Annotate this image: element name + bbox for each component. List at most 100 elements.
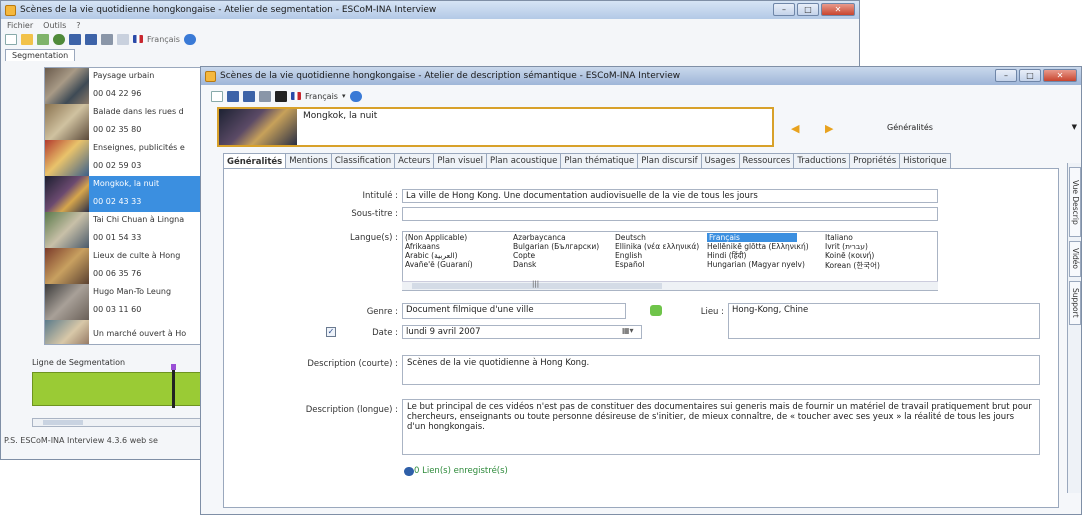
mail-icon[interactable] [117, 33, 129, 45]
tab-plan-visuel[interactable]: Plan visuel [433, 153, 487, 169]
link-icon[interactable] [404, 467, 414, 476]
maximize-button[interactable]: □ [1019, 69, 1041, 82]
language-option[interactable]: Koinē (κοινή) [825, 251, 874, 260]
playhead-handle[interactable] [171, 364, 176, 370]
globe-icon[interactable] [183, 33, 196, 45]
next-arrow-icon[interactable]: ▶ [825, 122, 833, 135]
language-option[interactable]: Hungarian (Magyar nyelv) [707, 260, 805, 269]
tab-proprietes[interactable]: Propriétés [849, 153, 901, 169]
section-dropdown[interactable]: Généralités ▼ [887, 123, 1077, 132]
language-select[interactable]: Français [305, 92, 338, 101]
tab-ressources[interactable]: Ressources [738, 153, 795, 169]
save-icon[interactable] [69, 33, 81, 45]
segment-title: Lieux de culte à Hong [93, 251, 181, 260]
language-option[interactable]: Bulgarian (Български) [513, 242, 599, 251]
close-button[interactable]: ✕ [821, 3, 855, 16]
language-option[interactable]: Azərbaycanca [513, 233, 566, 242]
maximize-button[interactable]: □ [797, 3, 819, 16]
tab-acteurs[interactable]: Acteurs [394, 153, 435, 169]
intitule-field[interactable]: La ville de Hong Kong. Une documentation… [402, 189, 938, 203]
tab-plan-acoustique[interactable]: Plan acoustique [485, 153, 562, 169]
menu-help[interactable]: ? [76, 21, 80, 30]
save-all-icon[interactable] [85, 33, 97, 45]
save-icon[interactable] [227, 90, 239, 102]
tab-usages[interactable]: Usages [700, 153, 740, 169]
calendar-icon[interactable]: ▦▾ [622, 326, 634, 335]
print-icon[interactable] [259, 90, 271, 102]
language-option[interactable]: Dansk [513, 260, 536, 269]
tab-segmentation[interactable]: Segmentation [5, 49, 76, 61]
tab-generalites[interactable]: Généralités [223, 153, 287, 169]
chevron-down-icon[interactable]: ▾ [342, 92, 346, 100]
print-icon[interactable] [101, 33, 113, 45]
menu-fichier[interactable]: Fichier [7, 21, 33, 30]
segmentation-timeline[interactable] [32, 372, 202, 406]
tab-mentions[interactable]: Mentions [285, 153, 332, 169]
minimize-button[interactable]: – [995, 69, 1017, 82]
genre-label: Genre : [366, 307, 398, 317]
current-segment-box[interactable]: Mongkok, la nuit [217, 107, 774, 147]
side-tab-video[interactable]: Vidéo [1069, 241, 1081, 277]
segment-title: Hugo Man-To Leung [93, 287, 172, 296]
import-icon[interactable] [37, 33, 49, 45]
description-window: Scènes de la vie quotidienne hongkongais… [200, 66, 1082, 515]
segment-item[interactable]: Tai Chi Chuan à Lingna 00 01 54 33 [45, 212, 203, 248]
date-checkbox[interactable]: ✓ [326, 327, 336, 337]
language-select[interactable]: Français [147, 35, 180, 44]
tab-plan-discursif[interactable]: Plan discursif [637, 153, 702, 169]
language-option[interactable]: Afrikaans [405, 242, 440, 251]
segment-item-selected[interactable]: Mongkok, la nuit 00 02 43 33 [45, 176, 203, 212]
refresh-icon[interactable] [53, 33, 65, 45]
segment-item[interactable]: Paysage urbain 00 04 22 96 [45, 68, 203, 104]
description-courte-field[interactable]: Scènes de la vie quotidienne à Hong Kong… [402, 355, 1040, 385]
language-option[interactable]: (Non Applicable) [405, 233, 467, 242]
segment-item[interactable]: Enseignes, publicités e 00 02 59 03 [45, 140, 203, 176]
open-folder-icon[interactable] [21, 33, 33, 45]
segment-item[interactable]: Balade dans les rues d 00 02 35 80 [45, 104, 203, 140]
segment-item[interactable]: Un marché ouvert à Ho [45, 320, 203, 344]
lieu-field[interactable]: Hong-Kong, Chine [728, 303, 1040, 339]
globe-icon[interactable] [349, 90, 362, 102]
playhead-marker[interactable] [172, 366, 175, 408]
language-option[interactable]: English [615, 251, 642, 260]
genre-field[interactable]: Document filmique d'une ville [402, 303, 626, 319]
segment-item[interactable]: Hugo Man-To Leung 00 03 11 60 [45, 284, 203, 320]
tab-plan-thematique[interactable]: Plan thématique [560, 153, 639, 169]
language-option[interactable]: Korean (한국어) [825, 260, 880, 271]
film-icon[interactable] [275, 90, 287, 102]
language-option[interactable]: Ellinika (νέα ελληνικά) [615, 242, 699, 251]
thesaurus-icon[interactable] [650, 305, 662, 316]
segment-thumbnail [45, 104, 89, 140]
menu-outils[interactable]: Outils [43, 21, 66, 30]
language-option[interactable]: Español [615, 260, 644, 269]
new-icon[interactable] [5, 33, 17, 45]
description-longue-field[interactable]: Le but principal de ces vidéos n'est pas… [402, 399, 1040, 455]
language-option[interactable]: Deutsch [615, 233, 646, 242]
minimize-button[interactable]: – [773, 3, 795, 16]
language-option[interactable]: Ivrit (עברית) [825, 242, 868, 251]
date-field[interactable]: lundi 9 avril 2007 [402, 325, 642, 339]
links-count[interactable]: 0 Lien(s) enregistré(s) [414, 466, 508, 476]
language-option[interactable]: Italiano [825, 233, 853, 242]
segment-duration: 00 02 35 80 [93, 125, 142, 134]
language-option-selected[interactable]: Français [707, 233, 797, 242]
language-scrollbar[interactable]: ||| [402, 280, 938, 290]
side-tab-vue-description[interactable]: Vue Descrip [1069, 167, 1081, 237]
tab-historique[interactable]: Historique [899, 153, 951, 169]
language-option[interactable]: Copte [513, 251, 535, 260]
segment-duration: 00 02 43 33 [93, 197, 142, 206]
close-button[interactable]: ✕ [1043, 69, 1077, 82]
tab-classification[interactable]: Classification [330, 153, 396, 169]
language-option[interactable]: Hellēnikē glōtta (Ελληνική) [707, 242, 809, 251]
timeline-scrollbar[interactable] [32, 418, 202, 427]
tab-traductions[interactable]: Traductions [793, 153, 851, 169]
new-icon[interactable] [211, 90, 223, 102]
side-tab-support[interactable]: Support [1069, 281, 1081, 325]
previous-arrow-icon[interactable]: ◀ [791, 122, 799, 135]
segment-item[interactable]: Lieux de culte à Hong 00 06 35 76 [45, 248, 203, 284]
save-all-icon[interactable] [243, 90, 255, 102]
language-option[interactable]: Arabic (العربية) [405, 251, 458, 260]
language-option[interactable]: Avañe'ẽ (Guaraní) [405, 260, 473, 269]
soustitre-field[interactable] [402, 207, 938, 221]
segment-title: Enseignes, publicités e [93, 143, 185, 152]
